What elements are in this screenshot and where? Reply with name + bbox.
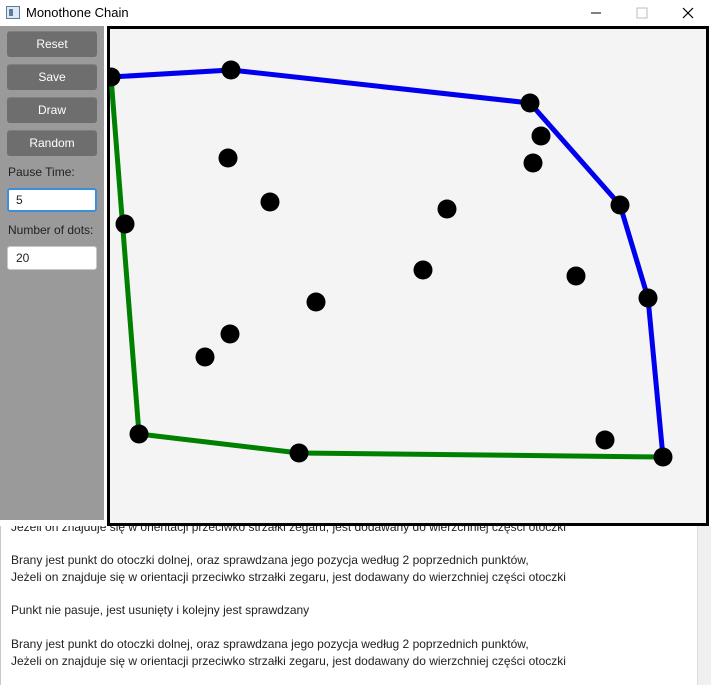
point [610,195,630,215]
point [115,214,135,234]
dots-count-input[interactable] [7,246,97,270]
point [220,324,240,344]
hull-svg [107,60,673,467]
point [638,288,658,308]
control-sidebar: Reset Save Draw Random Pause Time: Numbe… [0,26,104,520]
point [595,430,615,450]
save-button[interactable]: Save [7,64,97,90]
minimize-icon [591,12,601,14]
log-scrollbar[interactable] [697,526,711,685]
point [653,447,673,467]
close-icon [682,7,694,19]
maximize-button[interactable] [619,0,665,26]
app-window-icon [6,6,20,19]
random-button[interactable]: Random [7,130,97,156]
point [523,153,543,173]
point [413,260,433,280]
point [195,347,215,367]
point [306,292,326,312]
maximize-icon [636,7,648,19]
pause-time-input[interactable] [7,188,97,212]
close-button[interactable] [665,0,711,26]
minimize-button[interactable] [573,0,619,26]
log-line: Jeżeli on znajduje się w orientacji prze… [11,570,566,584]
log-line: Jeżeli on znajduje się w orientacji prze… [11,654,566,668]
point [566,266,586,286]
upper-hull-line [108,67,666,460]
point [221,60,241,80]
dots-count-label: Number of dots: [8,223,94,237]
reset-button[interactable]: Reset [7,31,97,57]
point [289,443,309,463]
point [107,67,121,87]
point [531,126,551,146]
draw-button[interactable]: Draw [7,97,97,123]
drawing-canvas[interactable] [107,26,709,526]
points-group [107,60,673,467]
point [129,424,149,444]
log-line: Jeżeli on znajduje się w orientacji prze… [11,526,566,534]
point [520,93,540,113]
point [437,199,457,219]
log-line: Brany jest punkt do otoczki dolnej, oraz… [11,553,529,567]
point [218,148,238,168]
window-title: Monothone Chain [26,5,129,20]
log-line: Brany jest punkt do otoczki dolnej, oraz… [11,637,529,651]
title-bar: Monothone Chain [0,0,711,26]
point [260,192,280,212]
log-line: Punkt nie pasuje, jest usunięty i kolejn… [11,603,310,617]
pause-time-label: Pause Time: [8,165,75,179]
log-text-area[interactable]: Jeżeli on znajduje się w orientacji prze… [0,526,697,685]
lower-hull-line [108,74,666,460]
